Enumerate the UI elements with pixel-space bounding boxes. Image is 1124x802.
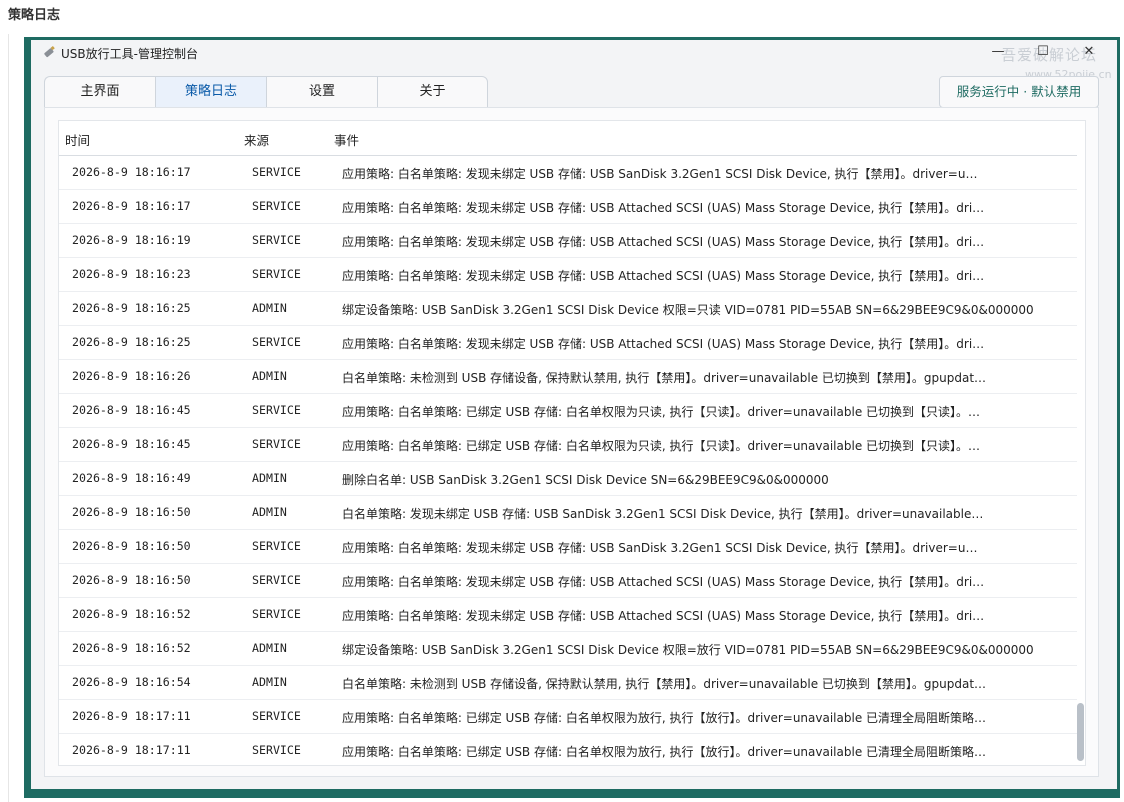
cell-event: 应用策略: 白名单策略: 已绑定 USB 存储: 白名单权限为放行, 执行【放行… (342, 711, 987, 725)
vertical-scrollbar[interactable] (1075, 155, 1085, 763)
service-status-badge: 服务运行中 · 默认禁用 (939, 76, 1099, 108)
cell-time: 2026-8-9 18:17:11 (72, 743, 191, 757)
cell-source: SERVICE (252, 709, 301, 723)
cell-source: ADMIN (252, 301, 287, 315)
cell-source: SERVICE (252, 199, 301, 213)
page-heading: 策略日志 (8, 8, 61, 23)
cell-event: 应用策略: 白名单策略: 已绑定 USB 存储: 白名单权限为只读, 执行【只读… (342, 405, 981, 419)
tab-about[interactable]: 关于 (377, 76, 488, 108)
table-row[interactable]: 2026-8-9 18:16:50 SERVICE 应用策略: 白名单策略: 发现未… (59, 563, 1077, 597)
log-panel: 时间 来源 事件 2026-8-9 18:16:17 SERVICE 应用策略: 白… (44, 107, 1099, 777)
cell-event: 应用策略: 白名单策略: 发现未绑定 USB 存储: USB Attached … (342, 201, 985, 215)
tab-settings[interactable]: 设置 (266, 76, 377, 108)
cell-event: 应用策略: 白名单策略: 已绑定 USB 存储: 白名单权限为放行, 执行【放行… (342, 745, 987, 759)
table-body: 2026-8-9 18:16:17 SERVICE 应用策略: 白名单策略: 发现未… (59, 155, 1077, 765)
table-row[interactable]: 2026-8-9 18:17:11 SERVICE 应用策略: 白名单策略: 已绑定… (59, 699, 1077, 733)
table-row[interactable]: 2026-8-9 18:16:49 ADMIN 删除白名单: USB SanDisk… (59, 461, 1077, 495)
cell-event: 应用策略: 白名单策略: 发现未绑定 USB 存储: USB Attached … (342, 609, 985, 623)
tab-main[interactable]: 主界面 (44, 76, 155, 108)
cell-event: 应用策略: 白名单策略: 发现未绑定 USB 存储: USB Attached … (342, 575, 985, 589)
column-header-time[interactable]: 时间 (65, 130, 90, 149)
tab-bar: 主界面 策略日志 设置 关于 (44, 76, 488, 108)
cell-time: 2026-8-9 18:16:26 (72, 369, 191, 383)
table-row[interactable]: 2026-8-9 18:16:45 SERVICE 应用策略: 白名单策略: 已绑定… (59, 427, 1077, 461)
usb-tool-icon (44, 45, 55, 58)
cell-event: 删除白名单: USB SanDisk 3.2Gen1 SCSI Disk Dev… (342, 473, 829, 487)
scrollbar-thumb[interactable] (1077, 703, 1084, 761)
cell-source: SERVICE (252, 233, 301, 247)
cell-time: 2026-8-9 18:16:50 (72, 573, 191, 587)
minimize-icon: — (991, 44, 1005, 59)
table-row[interactable]: 2026-8-9 18:16:25 ADMIN 绑定设备策略: USB SanDis… (59, 291, 1077, 325)
document-rule (8, 34, 9, 802)
cell-event: 绑定设备策略: USB SanDisk 3.2Gen1 SCSI Disk De… (342, 303, 1034, 317)
cell-event: 应用策略: 白名单策略: 发现未绑定 USB 存储: USB SanDisk 3… (342, 541, 978, 555)
cell-event: 应用策略: 白名单策略: 发现未绑定 USB 存储: USB Attached … (342, 337, 985, 351)
column-header-source[interactable]: 来源 (244, 130, 269, 149)
table-row[interactable]: 2026-8-9 18:16:17 SERVICE 应用策略: 白名单策略: 发现未… (59, 189, 1077, 223)
table-row[interactable]: 2026-8-9 18:16:17 SERVICE 应用策略: 白名单策略: 发现未… (59, 155, 1077, 189)
cell-time: 2026-8-9 18:16:23 (72, 267, 191, 281)
cell-source: ADMIN (252, 369, 287, 383)
close-button[interactable]: ✕ (1075, 42, 1103, 64)
column-header-event[interactable]: 事件 (334, 130, 359, 149)
cell-source: SERVICE (252, 165, 301, 179)
cell-event: 白名单策略: 发现未绑定 USB 存储: USB SanDisk 3.2Gen1… (342, 507, 984, 521)
cell-source: ADMIN (252, 471, 287, 485)
table-row[interactable]: 2026-8-9 18:16:23 SERVICE 应用策略: 白名单策略: 发现未… (59, 257, 1077, 291)
cell-event: 白名单策略: 未检测到 USB 存储设备, 保持默认禁用, 执行【禁用】。dri… (342, 677, 987, 691)
cell-event: 应用策略: 白名单策略: 发现未绑定 USB 存储: USB Attached … (342, 269, 985, 283)
log-table: 时间 来源 事件 2026-8-9 18:16:17 SERVICE 应用策略: 白… (58, 120, 1086, 766)
cell-time: 2026-8-9 18:16:50 (72, 505, 191, 519)
app-window: USB放行工具-管理控制台 吾爱破解论坛 www.52pojie.cn — ☐ … (31, 40, 1117, 789)
cell-event: 应用策略: 白名单策略: 发现未绑定 USB 存储: USB Attached … (342, 235, 985, 249)
cell-time: 2026-8-9 18:16:52 (72, 607, 191, 621)
cell-source: ADMIN (252, 675, 287, 689)
table-row[interactable]: 2026-8-9 18:16:50 SERVICE 应用策略: 白名单策略: 发现未… (59, 529, 1077, 563)
cell-source: SERVICE (252, 607, 301, 621)
close-icon: ✕ (1083, 44, 1095, 59)
table-row[interactable]: 2026-8-9 18:16:26 ADMIN 白名单策略: 未检测到 USB 存储… (59, 359, 1077, 393)
title-bar[interactable]: USB放行工具-管理控制台 吾爱破解论坛 www.52pojie.cn — ☐ … (31, 40, 1117, 81)
table-row[interactable]: 2026-8-9 18:16:19 SERVICE 应用策略: 白名单策略: 发现未… (59, 223, 1077, 257)
cell-time: 2026-8-9 18:16:50 (72, 539, 191, 553)
table-row[interactable]: 2026-8-9 18:16:52 ADMIN 绑定设备策略: USB SanDis… (59, 631, 1077, 665)
table-row[interactable]: 2026-8-9 18:16:25 SERVICE 应用策略: 白名单策略: 发现未… (59, 325, 1077, 359)
minimize-button[interactable]: — (984, 42, 1012, 64)
cell-time: 2026-8-9 18:16:54 (72, 675, 191, 689)
cell-event: 白名单策略: 未检测到 USB 存储设备, 保持默认禁用, 执行【禁用】。dri… (342, 371, 987, 385)
maximize-button[interactable]: ☐ (1029, 42, 1057, 64)
cell-source: SERVICE (252, 335, 301, 349)
cell-source: SERVICE (252, 403, 301, 417)
cell-time: 2026-8-9 18:16:19 (72, 233, 191, 247)
cell-time: 2026-8-9 18:16:52 (72, 641, 191, 655)
cell-time: 2026-8-9 18:16:17 (72, 199, 191, 213)
window-title: USB放行工具-管理控制台 (61, 47, 198, 61)
cell-event: 应用策略: 白名单策略: 已绑定 USB 存储: 白名单权限为只读, 执行【只读… (342, 439, 981, 453)
table-row[interactable]: 2026-8-9 18:16:45 SERVICE 应用策略: 白名单策略: 已绑定… (59, 393, 1077, 427)
cell-source: SERVICE (252, 267, 301, 281)
cell-source: SERVICE (252, 539, 301, 553)
table-row[interactable]: 2026-8-9 18:17:11 SERVICE 应用策略: 白名单策略: 已绑定… (59, 733, 1077, 765)
cell-source: SERVICE (252, 437, 301, 451)
cell-time: 2026-8-9 18:16:25 (72, 301, 191, 315)
cell-time: 2026-8-9 18:17:11 (72, 709, 191, 723)
cell-time: 2026-8-9 18:16:49 (72, 471, 191, 485)
table-row[interactable]: 2026-8-9 18:16:54 ADMIN 白名单策略: 未检测到 USB 存储… (59, 665, 1077, 699)
table-row[interactable]: 2026-8-9 18:16:50 ADMIN 白名单策略: 发现未绑定 USB 存… (59, 495, 1077, 529)
cell-event: 绑定设备策略: USB SanDisk 3.2Gen1 SCSI Disk De… (342, 643, 1034, 657)
table-row[interactable]: 2026-8-9 18:16:52 SERVICE 应用策略: 白名单策略: 发现未… (59, 597, 1077, 631)
cell-source: ADMIN (252, 505, 287, 519)
cell-time: 2026-8-9 18:16:45 (72, 437, 191, 451)
cell-source: ADMIN (252, 641, 287, 655)
tab-policy-log[interactable]: 策略日志 (155, 76, 266, 108)
cell-source: SERVICE (252, 573, 301, 587)
table-header: 时间 来源 事件 (59, 121, 1085, 155)
cell-source: SERVICE (252, 743, 301, 757)
cell-time: 2026-8-9 18:16:45 (72, 403, 191, 417)
maximize-icon: ☐ (1037, 44, 1049, 59)
cell-time: 2026-8-9 18:16:17 (72, 165, 191, 179)
cell-time: 2026-8-9 18:16:25 (72, 335, 191, 349)
cell-event: 应用策略: 白名单策略: 发现未绑定 USB 存储: USB SanDisk 3… (342, 167, 978, 181)
